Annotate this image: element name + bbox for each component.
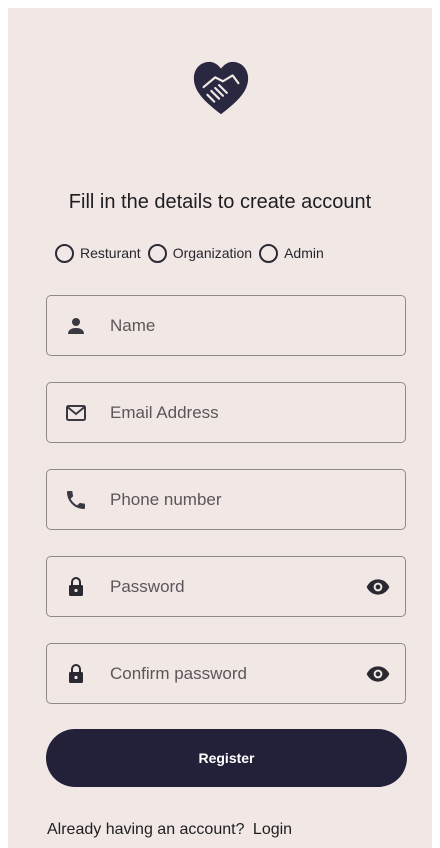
role-radio-group: Resturant Organization Admin — [55, 240, 331, 266]
login-prompt: Already having an account? Login — [47, 821, 292, 839]
phone-field[interactable]: Phone number — [46, 469, 406, 530]
login-prompt-text: Already having an account? — [47, 821, 245, 838]
page-title: Fill in the details to create account — [68, 191, 372, 213]
role-label: Admin — [284, 245, 324, 261]
password-placeholder: Password — [110, 576, 185, 596]
mail-icon — [66, 404, 86, 421]
heart-handshake-icon — [193, 61, 249, 115]
phone-icon — [67, 490, 85, 509]
role-label: Organization — [172, 245, 253, 261]
role-option-admin[interactable]: Admin — [259, 243, 324, 263]
radio-button[interactable] — [147, 243, 167, 263]
eye-icon[interactable] — [365, 574, 391, 600]
lock-icon — [69, 663, 83, 683]
eye-icon[interactable] — [365, 661, 391, 687]
confirm-password-field[interactable]: Confirm password — [46, 643, 406, 704]
radio-button[interactable] — [55, 243, 74, 263]
radio-button[interactable] — [259, 243, 279, 263]
role-label: Resturant — [80, 245, 141, 261]
password-field[interactable]: Password — [46, 556, 406, 617]
confirm-password-placeholder: Confirm password — [110, 663, 247, 683]
role-option-resturant[interactable]: Resturant — [55, 243, 141, 263]
email-field[interactable]: Email Address — [46, 382, 406, 443]
lock-icon — [69, 576, 83, 596]
name-field[interactable]: Name — [46, 295, 406, 356]
name-placeholder: Name — [110, 315, 156, 335]
person-icon — [68, 317, 84, 334]
register-screen: Fill in the details to create account Re… — [8, 8, 432, 848]
email-placeholder: Email Address — [110, 402, 219, 422]
phone-placeholder: Phone number — [110, 489, 222, 509]
register-button[interactable]: Register — [46, 729, 407, 787]
role-option-organization[interactable]: Organization — [147, 243, 253, 263]
login-link[interactable]: Login — [253, 821, 292, 838]
